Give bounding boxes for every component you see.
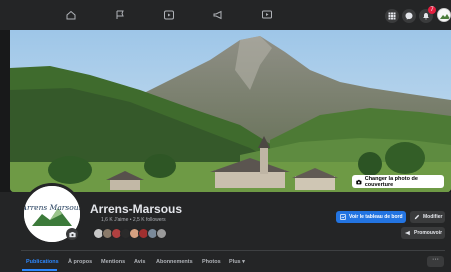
promote-button[interactable]: Promouvoir	[401, 227, 445, 239]
change-cover-label: Changer la photo de couverture	[364, 175, 418, 188]
profile-avatar[interactable]	[437, 8, 451, 22]
dashboard-button[interactable]: Voir le tableau de bord	[336, 211, 406, 223]
dashboard-icon	[340, 214, 346, 220]
flag-icon[interactable]	[113, 9, 127, 21]
tab-photos[interactable]: Photos	[202, 259, 221, 265]
page-title: Arrens-Marsous	[90, 202, 183, 216]
avatar-logo-text: Arrens Marsous	[24, 203, 80, 212]
tabs-divider	[21, 250, 445, 251]
follower-avatar[interactable]	[156, 228, 167, 239]
play-icon[interactable]	[260, 9, 274, 21]
active-tab-indicator	[22, 269, 57, 271]
cover-photo	[10, 30, 451, 192]
camera-icon	[356, 179, 362, 184]
edit-label: Modifier	[423, 214, 443, 220]
menu-grid-icon[interactable]	[385, 9, 399, 23]
page-stats[interactable]: 1,6 K J'aime • 2,5 K followers	[101, 217, 166, 223]
promote-label: Promouvoir	[414, 230, 443, 236]
dashboard-label: Voir le tableau de bord	[349, 214, 403, 220]
top-navigation: 7	[0, 0, 451, 30]
notification-count-badge: 7	[428, 6, 436, 14]
home-icon[interactable]	[64, 9, 78, 21]
tab-about[interactable]: À propos	[68, 259, 92, 265]
tab-more[interactable]: Plus ▾	[229, 259, 245, 265]
megaphone-icon[interactable]	[211, 9, 225, 21]
tab-reviews[interactable]: Avis	[134, 259, 145, 265]
tab-subscriptions[interactable]: Abonnements	[156, 259, 193, 265]
tab-mentions[interactable]: Mentions	[101, 259, 125, 265]
more-options-button[interactable]: ···	[427, 256, 444, 267]
edit-button[interactable]: Modifier	[410, 211, 445, 223]
update-profile-photo-button[interactable]	[66, 228, 78, 240]
messenger-icon[interactable]	[402, 9, 416, 23]
camera-icon	[68, 231, 76, 237]
megaphone-icon	[405, 230, 410, 236]
tab-publications[interactable]: Publications	[26, 259, 59, 265]
change-cover-button[interactable]: Changer la photo de couverture	[352, 175, 444, 188]
video-icon[interactable]	[162, 9, 176, 21]
pencil-icon	[414, 214, 420, 220]
